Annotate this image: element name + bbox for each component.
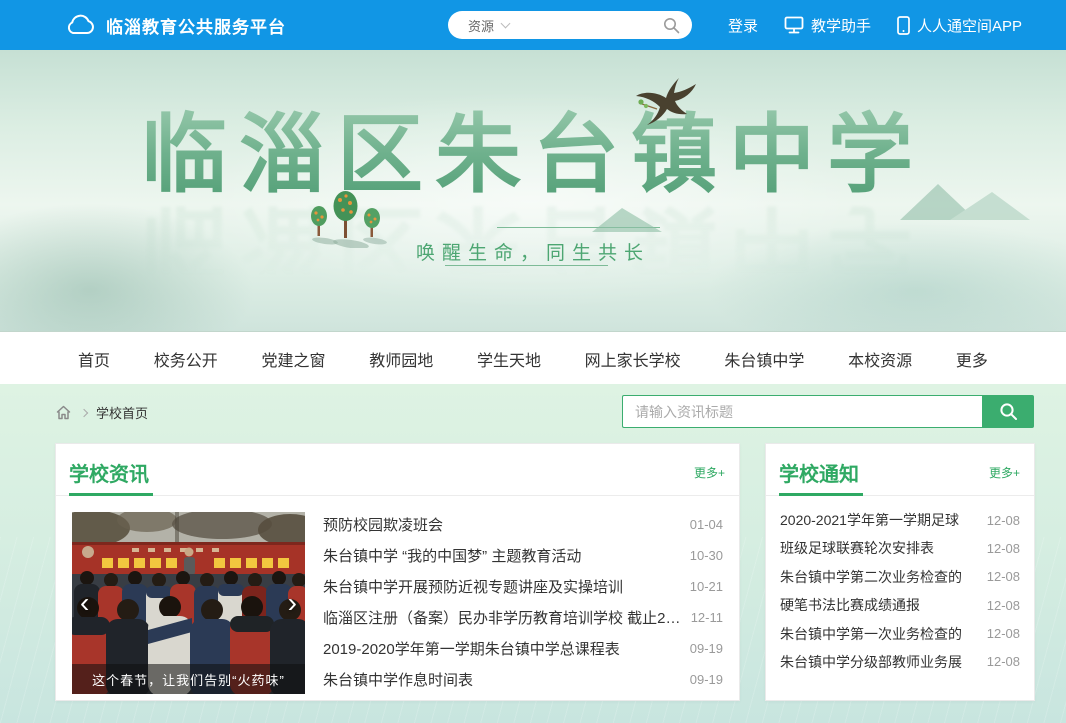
notice-panel-title: 学校通知	[779, 458, 859, 487]
nav-item-teacher-garden[interactable]: 教师园地	[369, 347, 433, 371]
app-link[interactable]: 人人通空间APP	[897, 15, 1022, 36]
notice-item[interactable]: 朱台镇中学分级部教师业务展 12-08	[780, 652, 1020, 672]
home-icon[interactable]	[55, 404, 72, 421]
notice-item-date: 12-08	[987, 513, 1020, 528]
platform-title: 临淄教育公共服务平台	[106, 13, 286, 38]
teaching-assistant-label: 教学助手	[811, 15, 871, 36]
chevron-right-icon	[80, 408, 88, 416]
nav-item-zhutai-school[interactable]: 朱台镇中学	[724, 347, 804, 371]
news-item-date: 09-19	[690, 641, 723, 656]
cloud-icon	[64, 13, 96, 37]
news-item-date: 10-21	[690, 579, 723, 594]
school-slogan: 唤醒生命，同生共长	[0, 238, 1066, 265]
news-item[interactable]: 预防校园欺凌班会 01-04	[323, 514, 723, 535]
notice-item-title[interactable]: 朱台镇中学分级部教师业务展	[780, 652, 962, 672]
news-item-title[interactable]: 临淄区注册（备案）民办非学历教育培训学校 截止2019	[323, 607, 681, 628]
nav-item-home[interactable]: 首页	[78, 347, 110, 371]
teaching-assistant-link[interactable]: 教学助手	[784, 15, 871, 36]
notice-more-link[interactable]: 更多+	[989, 464, 1020, 481]
notice-item-date: 12-08	[987, 598, 1020, 613]
notice-list: 2020-2021学年第一学期足球 12-08 班级足球联赛轮次安排表 12-0…	[766, 496, 1034, 676]
notice-item-title[interactable]: 硬笔书法比赛成绩通报	[780, 595, 920, 615]
news-item[interactable]: 2019-2020学年第一学期朱台镇中学总课程表 09-19	[323, 638, 723, 659]
notice-item-date: 12-08	[987, 541, 1020, 556]
mountain-peaks	[900, 178, 1030, 220]
nav-item-school-resources[interactable]: 本校资源	[848, 347, 912, 371]
nav-item-more[interactable]: 更多	[956, 347, 988, 371]
news-list: 预防校园欺凌班会 01-04 朱台镇中学 “我的中国梦” 主题教育活动 10-3…	[323, 512, 723, 694]
news-item-date: 01-04	[690, 517, 723, 532]
search-icon[interactable]	[663, 17, 680, 34]
login-link[interactable]: 登录	[728, 15, 758, 36]
panel-divider	[56, 495, 739, 496]
top-header-bar: 临淄教育公共服务平台 资源 登录 教学助手	[0, 0, 1066, 50]
notice-item[interactable]: 2020-2021学年第一学期足球 12-08	[780, 510, 1020, 530]
news-item[interactable]: 临淄区注册（备案）民办非学历教育培训学校 截止2019 12-11	[323, 607, 723, 628]
platform-logo[interactable]: 临淄教育公共服务平台	[64, 0, 286, 50]
login-label: 登录	[728, 15, 758, 36]
news-item-title[interactable]: 2019-2020学年第一学期朱台镇中学总课程表	[323, 638, 620, 659]
notice-item-date: 12-08	[987, 654, 1020, 669]
school-banner: 临淄区朱台镇中学 临淄区朱台镇中学 唤醒生命，同生共长	[0, 50, 1066, 332]
monitor-icon	[784, 16, 804, 34]
site-search-bar	[622, 395, 1034, 428]
news-item-date: 10-30	[690, 548, 723, 563]
nav-item-party-building[interactable]: 党建之窗	[261, 347, 325, 371]
notice-item-date: 12-08	[987, 626, 1020, 641]
header-links: 登录 教学助手 人人通空间APP	[728, 0, 1022, 50]
notice-item[interactable]: 硬笔书法比赛成绩通报 12-08	[780, 595, 1020, 615]
news-item-date: 09-19	[690, 672, 723, 687]
swallow-icon	[633, 76, 705, 128]
school-notice-panel: 学校通知 更多+ 2020-2021学年第一学期足球 12-08 班级足球联赛轮…	[765, 443, 1035, 701]
news-more-link[interactable]: 更多+	[694, 464, 725, 481]
nav-item-school-affairs[interactable]: 校务公开	[154, 347, 218, 371]
news-item-date: 12-11	[691, 610, 723, 625]
notice-item-date: 12-08	[987, 569, 1020, 584]
news-item[interactable]: 朱台镇中学作息时间表 09-19	[323, 669, 723, 690]
nav-item-student-world[interactable]: 学生天地	[477, 347, 541, 371]
carousel-prev-arrow[interactable]: ‹	[80, 589, 89, 617]
notice-item-title[interactable]: 朱台镇中学第一次业务检查的	[780, 624, 962, 644]
news-item-title[interactable]: 朱台镇中学 “我的中国梦” 主题教育活动	[323, 545, 581, 566]
breadcrumb-current[interactable]: 学校首页	[96, 403, 148, 422]
header-search-box[interactable]: 资源	[448, 11, 692, 39]
news-item[interactable]: 朱台镇中学 “我的中国梦” 主题教育活动 10-30	[323, 545, 723, 566]
notice-item-title[interactable]: 朱台镇中学第二次业务检查的	[780, 567, 962, 587]
panel-divider	[766, 495, 1034, 496]
news-item-title[interactable]: 朱台镇中学作息时间表	[323, 669, 473, 690]
notice-item-title[interactable]: 班级足球联赛轮次安排表	[780, 538, 934, 558]
notice-item[interactable]: 朱台镇中学第二次业务检查的 12-08	[780, 567, 1020, 587]
news-carousel[interactable]: ‹ › 这个春节，让我们告别“火药味”	[72, 512, 305, 694]
nav-item-parent-school[interactable]: 网上家长学校	[585, 347, 681, 371]
notice-item-title[interactable]: 2020-2021学年第一学期足球	[780, 510, 959, 530]
phone-icon	[897, 16, 910, 35]
news-item[interactable]: 朱台镇中学开展预防近视专题讲座及实操培训 10-21	[323, 576, 723, 597]
app-label: 人人通空间APP	[917, 15, 1022, 36]
school-news-panel: 学校资讯 更多+	[55, 443, 740, 701]
mountain-peak-small	[592, 206, 662, 232]
main-navigation: 首页 校务公开 党建之窗 教师园地 学生天地 网上家长学校 朱台镇中学 本校资源…	[0, 333, 1066, 384]
breadcrumb: 学校首页	[55, 403, 148, 422]
slogan-line	[445, 265, 608, 266]
carousel-next-arrow[interactable]: ›	[288, 589, 297, 617]
search-input[interactable]	[622, 395, 982, 428]
trees-illustration	[303, 186, 389, 248]
notice-item[interactable]: 班级足球联赛轮次安排表 12-08	[780, 538, 1020, 558]
carousel-caption[interactable]: 这个春节，让我们告别“火药味”	[72, 664, 305, 694]
news-item-title[interactable]: 预防校园欺凌班会	[323, 514, 443, 535]
search-category-select[interactable]: 资源	[468, 16, 494, 35]
notice-item[interactable]: 朱台镇中学第一次业务检查的 12-08	[780, 624, 1020, 644]
search-button[interactable]	[982, 395, 1034, 428]
chevron-down-icon	[501, 19, 511, 29]
magnifier-icon	[999, 402, 1018, 421]
news-panel-title: 学校资讯	[69, 458, 149, 487]
news-item-title[interactable]: 朱台镇中学开展预防近视专题讲座及实操培训	[323, 576, 623, 597]
